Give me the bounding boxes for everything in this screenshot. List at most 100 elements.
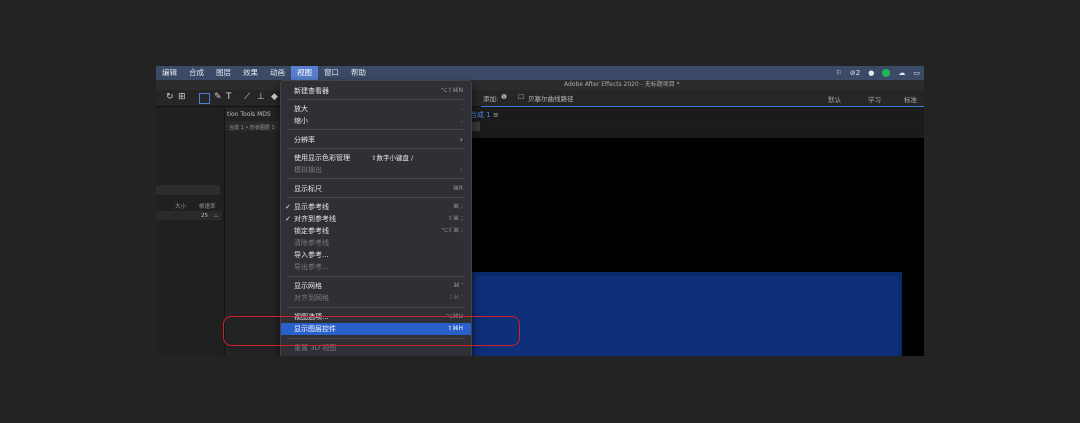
menu-item-resolution[interactable]: 分辨率 › bbox=[281, 134, 471, 146]
menu-separator bbox=[287, 307, 465, 308]
checkmark-icon: ✓ bbox=[285, 215, 291, 223]
display-icon[interactable]: ▭ bbox=[913, 69, 920, 77]
bezier-checkbox[interactable]: ☐ bbox=[518, 93, 524, 101]
menu-animation[interactable]: 动画 bbox=[264, 66, 291, 80]
tools-toolbar: ↻ ⊞ ✎ T ⟋ ⊥ ◆ 添加: ❶ ☐ 贝塞尔曲线路径 默认 学习 标准 bbox=[156, 90, 924, 107]
menu-item-zoom-in[interactable]: 放大 . bbox=[281, 103, 471, 115]
screen: 编辑 合成 图层 效果 动画 视图 窗口 帮助 ⚐ ⊘2 ● ☁ ▭ Adobe… bbox=[156, 66, 924, 356]
rotate-tool-icon[interactable]: ↻ bbox=[166, 92, 174, 102]
menu-item-snap-to-grid[interactable]: 对齐到网格 ⇧⌘ ' bbox=[281, 292, 471, 304]
col-size[interactable]: 大小 bbox=[175, 202, 186, 210]
show-rulers-label: 显示标尺 bbox=[294, 185, 322, 193]
annotation-highlight-box bbox=[223, 316, 520, 346]
show-grid-label: 显示网格 bbox=[294, 282, 322, 290]
menu-item-show-guides[interactable]: ✓ 显示参考线 ⌘ ; bbox=[281, 201, 471, 213]
snap-grid-label: 对齐到网格 bbox=[294, 294, 329, 302]
zoom-out-shortcut: , bbox=[461, 117, 463, 124]
menu-item-show-rulers[interactable]: 显示标尺 ⌘R bbox=[281, 183, 471, 195]
lock-guides-shortcut: ⌥⇧⌘ ; bbox=[441, 227, 463, 234]
composition-tab[interactable]: 合成 1 ≡ bbox=[470, 110, 499, 120]
snap-guides-label: 对齐到参考线 bbox=[294, 215, 336, 223]
camera-orbit-icon[interactable]: ⊞ bbox=[178, 92, 186, 102]
shape-layer[interactable] bbox=[474, 276, 898, 356]
simulate-output-label: 模拟输出 bbox=[294, 166, 322, 174]
menu-bar: 编辑 合成 图层 效果 动画 视图 窗口 帮助 ⚐ ⊘2 ● ☁ ▭ bbox=[156, 66, 924, 80]
import-guides-label: 导入参考... bbox=[294, 251, 329, 259]
hierarchy-icon: ⛬ bbox=[214, 213, 218, 219]
composition-header: 合成 1 ≡ bbox=[470, 107, 924, 131]
eraser-tool-icon[interactable]: ◆ bbox=[271, 92, 278, 102]
workspace-learn[interactable]: 学习 bbox=[868, 94, 881, 104]
checkmark-icon: ✓ bbox=[285, 203, 291, 211]
color-mgmt-label: 使用显示色彩管理 bbox=[294, 154, 350, 162]
view-dropdown-menu: 新建查看器 ⌥⇧⌘N 放大 . 缩小 , 分辨率 › 使用显示色彩管理 ⇧数字小… bbox=[280, 80, 472, 356]
project-item-row[interactable] bbox=[156, 211, 222, 220]
color-mgmt-shortcut: ⇧数字小键盘 / bbox=[371, 154, 414, 162]
cloud-icon[interactable]: ☁ bbox=[898, 69, 905, 77]
calendar-badge-icon[interactable]: ⊘2 bbox=[850, 69, 860, 77]
new-viewer-shortcut: ⌥⇧⌘N bbox=[440, 87, 463, 94]
wechat-icon[interactable]: ● bbox=[868, 69, 874, 77]
project-search-bar[interactable] bbox=[156, 185, 220, 195]
frame-rate-value: 25 bbox=[201, 213, 208, 219]
snap-grid-shortcut: ⇧⌘ ' bbox=[448, 294, 463, 301]
menu-bar-tray: ⚐ ⊘2 ● ☁ ▭ bbox=[836, 66, 920, 80]
menu-item-show-grid[interactable]: 显示网格 ⌘ ' bbox=[281, 280, 471, 292]
menu-composition[interactable]: 合成 bbox=[183, 66, 210, 80]
show-grid-shortcut: ⌘ ' bbox=[453, 282, 463, 289]
submenu-arrow-icon: › bbox=[459, 165, 463, 174]
menu-effect[interactable]: 效果 bbox=[237, 66, 264, 80]
resolution-label: 分辨率 bbox=[294, 136, 315, 144]
show-guides-label: 显示参考线 bbox=[294, 203, 329, 211]
col-frame-rate[interactable]: 帧速率 bbox=[199, 202, 216, 210]
flag-icon[interactable]: ⚐ bbox=[836, 69, 842, 77]
menu-item-lock-guides[interactable]: 锁定参考线 ⌥⇧⌘ ; bbox=[281, 225, 471, 237]
menu-item-clear-guides[interactable]: 清除参考线 bbox=[281, 237, 471, 249]
submenu-arrow-icon: › bbox=[459, 135, 463, 144]
menu-window[interactable]: 窗口 bbox=[318, 66, 345, 80]
workspace-standard[interactable]: 标准 bbox=[904, 94, 917, 104]
spotify-icon[interactable] bbox=[882, 69, 891, 77]
menu-item-color-management[interactable]: 使用显示色彩管理 ⇧数字小键盘 / bbox=[281, 152, 471, 164]
menu-item-simulate-output[interactable]: 模拟输出 › bbox=[281, 164, 471, 176]
menu-help[interactable]: 帮助 bbox=[345, 66, 372, 80]
snap-guides-shortcut: ⇧⌘ ; bbox=[448, 215, 463, 222]
workspace-default[interactable]: 默认 bbox=[828, 94, 841, 104]
menu-layer[interactable]: 图层 bbox=[210, 66, 237, 80]
zoom-in-shortcut: . bbox=[461, 105, 463, 112]
lock-guides-label: 锁定参考线 bbox=[294, 227, 329, 235]
bezier-label: 贝塞尔曲线路径 bbox=[528, 95, 574, 103]
menu-item-export-guides[interactable]: 导出参考... bbox=[281, 261, 471, 273]
menu-separator bbox=[287, 178, 465, 179]
menu-separator bbox=[287, 99, 465, 100]
menu-item-snap-to-guides[interactable]: ✓ 对齐到参考线 ⇧⌘ ; bbox=[281, 213, 471, 225]
rectangle-tool-icon[interactable] bbox=[199, 93, 210, 104]
menu-item-import-guides[interactable]: 导入参考... bbox=[281, 249, 471, 261]
calendar-badge-count: 2 bbox=[855, 69, 861, 77]
project-panel: 大小 帧速率 25 ⛬ bbox=[156, 107, 222, 356]
menu-item-zoom-out[interactable]: 缩小 , bbox=[281, 115, 471, 127]
menu-separator bbox=[287, 148, 465, 149]
menu-separator bbox=[287, 129, 465, 130]
menu-separator bbox=[287, 276, 465, 277]
effect-breadcrumb: 合成 1 • 形状图层 1 bbox=[229, 125, 275, 131]
menu-edit[interactable]: 编辑 bbox=[156, 66, 183, 80]
menu-view[interactable]: 视图 bbox=[291, 66, 318, 80]
menu-item-new-viewer[interactable]: 新建查看器 ⌥⇧⌘N bbox=[281, 85, 471, 97]
type-tool-icon[interactable]: T bbox=[226, 92, 232, 102]
add-label: 添加: bbox=[483, 95, 499, 103]
effect-controls-title: tion Tools MDS bbox=[227, 111, 271, 118]
zoom-in-label: 放大 bbox=[294, 105, 308, 113]
window-title-bar: Adobe After Effects 2020 - 无标题项目 * bbox=[156, 80, 924, 90]
composition-tab-label: 合成 1 bbox=[470, 111, 491, 119]
zoom-out-label: 缩小 bbox=[294, 117, 308, 125]
add-icon[interactable]: ❶ bbox=[501, 93, 507, 101]
new-viewer-label: 新建查看器 bbox=[294, 87, 329, 95]
clear-guides-label: 清除参考线 bbox=[294, 239, 329, 247]
panel-menu-icon[interactable]: ≡ bbox=[493, 111, 499, 119]
window-title: Adobe After Effects 2020 - 无标题项目 * bbox=[564, 81, 680, 88]
show-rulers-shortcut: ⌘R bbox=[452, 185, 463, 192]
pen-tool-icon[interactable]: ✎ bbox=[214, 92, 222, 102]
stamp-tool-icon[interactable]: ⊥ bbox=[257, 92, 265, 102]
brush-tool-icon[interactable]: ⟋ bbox=[244, 92, 250, 102]
